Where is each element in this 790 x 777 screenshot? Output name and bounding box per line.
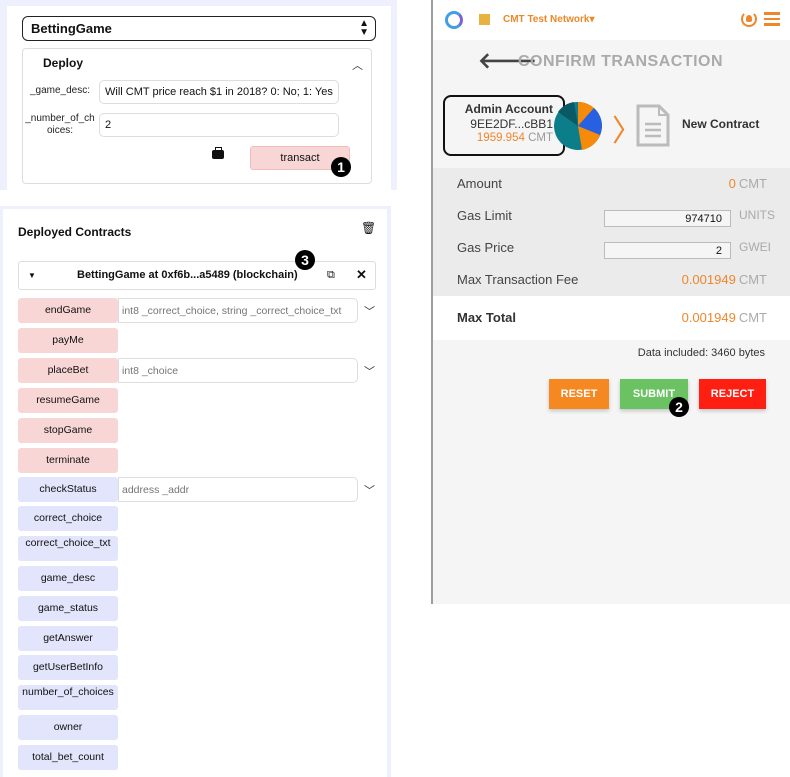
select-arrows-icon: ▲ ▼ (359, 18, 369, 38)
chevron-down-icon[interactable]: ﹀ (364, 303, 375, 319)
owner-button[interactable]: owner (18, 715, 118, 740)
total-bet-count-button[interactable]: total_bet_count (18, 745, 118, 770)
gas-limit-input[interactable] (604, 210, 731, 227)
wallet-popup: CMT Test Network▾ 🡐 CONFIRM TRANSACTION … (431, 0, 790, 604)
trash-icon[interactable]: 🗑 (361, 221, 376, 235)
contract-select-value: BettingGame (31, 21, 112, 36)
resumegame-button[interactable]: resumeGame (18, 388, 118, 413)
reset-button[interactable]: RESET (549, 379, 609, 409)
account-address: 9EE2DF...cBB1 (470, 117, 553, 131)
network-name: CMT Test Network (503, 14, 590, 25)
gas-price-row: Gas Price GWEI (457, 240, 771, 260)
step-badge-2: 2 (669, 397, 689, 417)
deployed-contracts-title: Deployed Contracts (18, 225, 132, 239)
sender-account: Admin Account 9EE2DF...cBB1 1959.954 CMT (443, 95, 565, 156)
chevron-down-icon[interactable]: ﹀ (364, 482, 375, 498)
network-selector[interactable]: CMT Test Network▾ (503, 14, 595, 25)
payme-button[interactable]: payMe (18, 328, 118, 353)
contract-instance-header[interactable]: ▼ BettingGame at 0xf6b...a5489 (blockcha… (18, 261, 376, 290)
recipient-label: New Contract (682, 117, 760, 131)
endgame-button[interactable]: endGame (18, 298, 118, 323)
max-total-value: 0.001949 CMT (681, 310, 767, 325)
game-desc-input[interactable] (99, 80, 339, 104)
cmt-logo-icon (445, 11, 463, 29)
placebet-button[interactable]: placeBet (18, 358, 118, 383)
step-badge-3: 3 (295, 250, 315, 270)
terminate-button[interactable]: terminate (18, 448, 118, 473)
contract-select[interactable]: BettingGame ▲ ▼ (22, 16, 376, 41)
correct-choice-txt-button[interactable]: correct_choice_txt (18, 536, 118, 561)
copy-icon[interactable]: ⧉ (327, 269, 335, 282)
gas-limit-row: Gas Limit UNITS (457, 208, 775, 228)
gas-price-unit: GWEI (739, 240, 771, 254)
deploy-title: Deploy (43, 56, 84, 70)
balance-unit: CMT (528, 132, 553, 144)
gas-price-label: Gas Price (457, 240, 515, 255)
network-status-icon (479, 14, 490, 25)
step-badge-1: 1 (331, 157, 351, 177)
game-desc-button[interactable]: game_desc (18, 566, 118, 591)
correct-choice-button[interactable]: correct_choice (18, 506, 118, 531)
max-total-section: Max Total 0.001949 CMT (433, 296, 790, 340)
max-total-row: Max Total 0.001949 CMT (457, 310, 767, 330)
game-status-button[interactable]: game_status (18, 596, 118, 621)
number-of-choices-input[interactable] (99, 113, 339, 137)
placebet-args-input[interactable] (118, 358, 358, 383)
max-total-label: Max Total (457, 310, 516, 325)
deployed-contracts-body: Deployed Contracts 🗑 ▼ BettingGame at 0x… (3, 209, 387, 777)
getanswer-button[interactable]: getAnswer (18, 626, 118, 651)
param-label-game-desc: _game_desc: (29, 85, 91, 96)
getuserbetinfo-button[interactable]: getUserBetInfo (18, 655, 118, 680)
endgame-args-input[interactable] (118, 298, 358, 323)
number-of-choices-button[interactable]: number_of_choices (18, 685, 118, 710)
max-fee-value: 0.001949 CMT (681, 272, 767, 287)
account-switch-icon[interactable] (741, 11, 757, 27)
data-included: Data included: 3460 bytes (637, 347, 765, 359)
caret-down-icon[interactable]: ▼ (28, 271, 36, 280)
gas-limit-unit: UNITS (739, 208, 775, 222)
hamburger-menu-icon[interactable] (764, 12, 780, 26)
contract-instance-name: BettingGame at 0xf6b...a5489 (blockchain… (77, 269, 298, 281)
chevron-down-icon[interactable]: ﹀ (364, 363, 375, 379)
fee-details: Amount 0CMT Gas Limit UNITS Gas Price GW… (433, 168, 790, 296)
deploy-section: Deploy ︿ _game_desc: _number_of_ch oices… (22, 48, 372, 184)
deploy-panel: BettingGame ▲▼ Deploy ︿ _game_desc: _num… (0, 0, 397, 190)
gas-price-input[interactable] (604, 242, 731, 259)
account-name: Admin Account (464, 102, 553, 116)
amount-row: Amount 0 CMT (457, 176, 767, 196)
deployed-contracts-panel: Deployed Contracts 🗑 ▼ BettingGame at 0x… (0, 206, 391, 777)
max-fee-label: Max Transaction Fee (457, 272, 579, 287)
close-icon[interactable]: ✕ (356, 267, 367, 283)
checkstatus-button[interactable]: checkStatus (18, 477, 118, 502)
wallet-header: CMT Test Network▾ (433, 0, 790, 40)
briefcase-icon (212, 147, 224, 159)
page-title: CONFIRM TRANSACTION (518, 53, 724, 70)
stopgame-button[interactable]: stopGame (18, 418, 118, 443)
account-identicon (554, 102, 602, 150)
amount-value: 0 CMT (728, 176, 767, 191)
chevron-up-icon[interactable]: ︿ (352, 57, 363, 73)
balance-value: 1959.954 (476, 132, 525, 144)
param-label-number-of-choices: _number_of_ch oices: (25, 113, 95, 136)
checkstatus-args-input[interactable] (118, 477, 358, 502)
max-fee-row: Max Transaction Fee 0.001949 CMT (457, 272, 767, 292)
account-balance: 1959.954 CMT (445, 132, 553, 144)
contract-document-icon (636, 104, 670, 147)
amount-label: Amount (457, 176, 502, 191)
reject-button[interactable]: REJECT (699, 379, 766, 409)
gas-limit-label: Gas Limit (457, 208, 512, 223)
